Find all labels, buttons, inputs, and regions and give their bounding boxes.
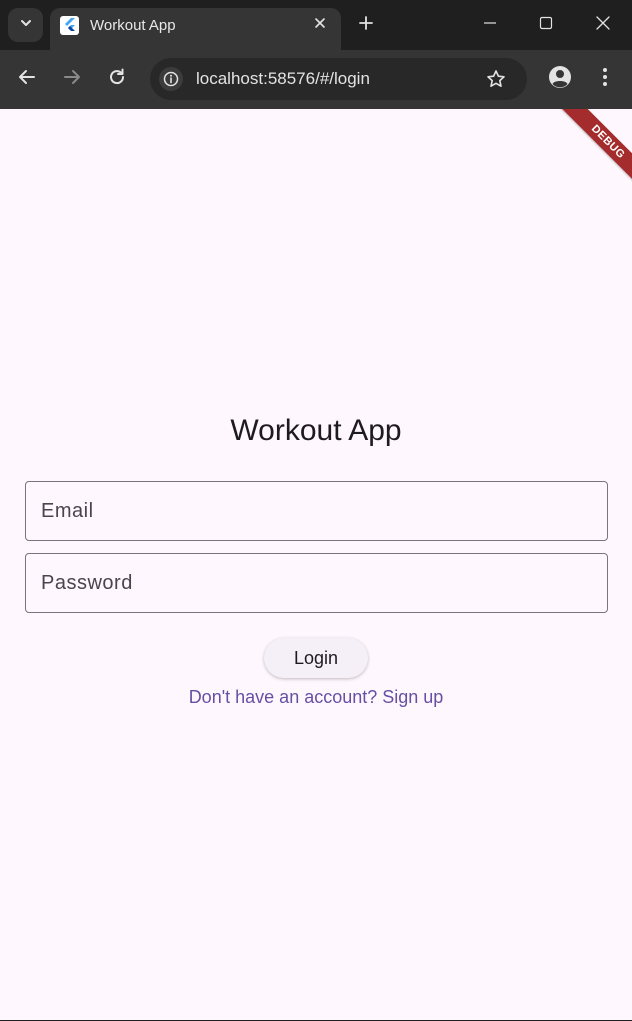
kebab-menu-icon	[602, 67, 608, 92]
reload-button[interactable]	[101, 63, 133, 95]
reload-icon	[108, 68, 126, 91]
url-text: localhost:58576/#/login	[196, 69, 370, 88]
minimize-button[interactable]	[475, 10, 505, 40]
maximize-icon	[539, 16, 553, 35]
page-title: Workout App	[230, 414, 402, 447]
profile-icon	[548, 65, 572, 94]
close-icon	[595, 15, 611, 36]
email-field[interactable]	[25, 481, 608, 541]
password-input[interactable]	[26, 554, 607, 612]
chevron-down-icon	[19, 16, 33, 35]
address-bar[interactable]: localhost:58576/#/login	[150, 58, 527, 100]
window-close-button[interactable]	[588, 10, 618, 40]
menu-button[interactable]	[589, 63, 621, 95]
browser-tab[interactable]: Workout App	[50, 8, 341, 50]
flutter-icon	[60, 16, 79, 35]
browser-toolbar: localhost:58576/#/login	[0, 50, 632, 109]
debug-banner: DEBUG	[559, 109, 632, 191]
signup-link[interactable]: Don't have an account? Sign up	[0, 687, 632, 708]
new-tab-button[interactable]	[354, 13, 378, 37]
info-icon[interactable]	[159, 67, 183, 91]
login-button[interactable]: Login	[264, 638, 368, 678]
forward-button[interactable]	[56, 63, 88, 95]
password-field[interactable]	[25, 553, 608, 613]
arrow-right-icon	[63, 68, 81, 91]
tab-strip: Workout App	[0, 0, 632, 50]
tab-close-button[interactable]	[310, 15, 330, 35]
app-viewport: DEBUG Workout App Login Don't have an ac…	[0, 109, 632, 1020]
maximize-button[interactable]	[531, 10, 561, 40]
tab-title: Workout App	[90, 17, 176, 34]
minimize-icon	[483, 16, 497, 35]
profile-button[interactable]	[544, 63, 576, 95]
plus-icon	[358, 15, 374, 36]
close-icon	[314, 16, 326, 34]
tab-search-button[interactable]	[8, 8, 43, 42]
arrow-left-icon	[18, 68, 36, 91]
star-icon[interactable]	[484, 67, 508, 91]
email-input[interactable]	[26, 482, 607, 540]
back-button[interactable]	[11, 63, 43, 95]
